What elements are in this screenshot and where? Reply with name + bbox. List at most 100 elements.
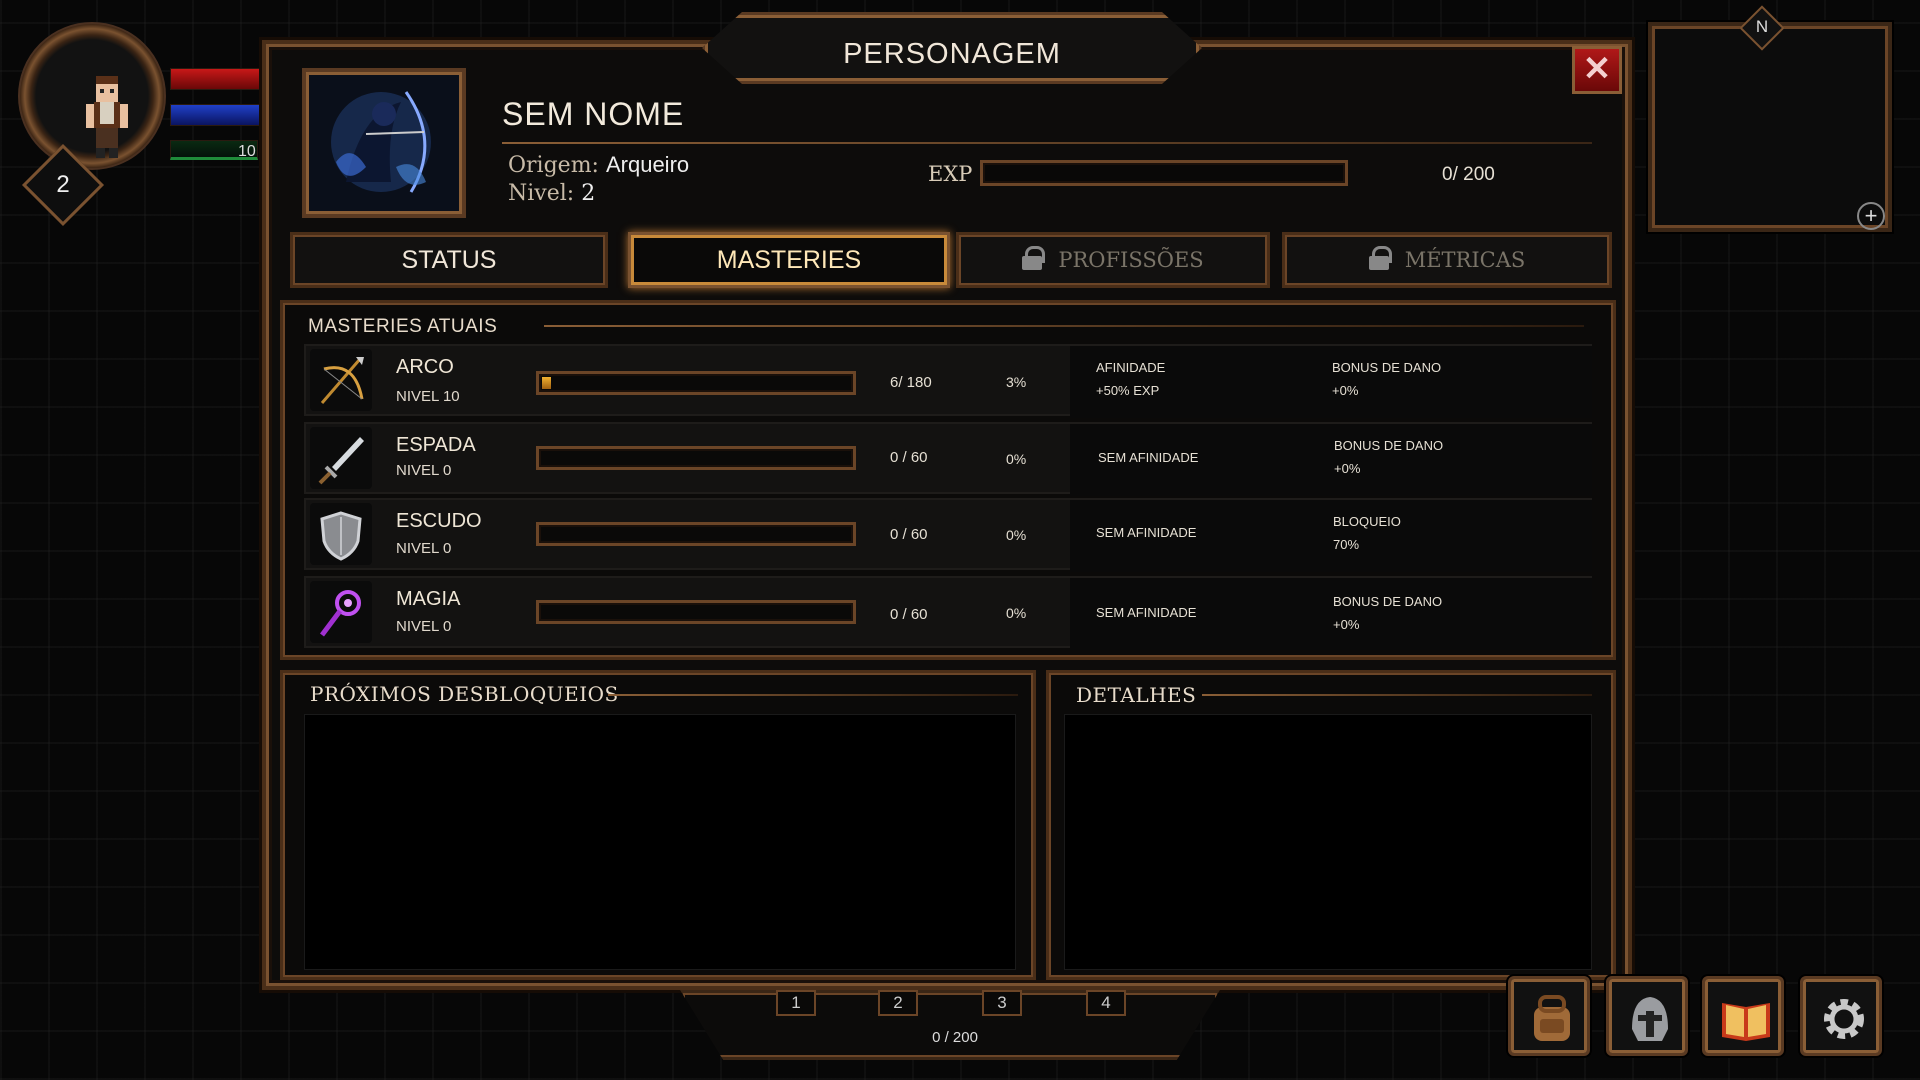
affinity-title: SEM AFINIDADE [1096,605,1197,620]
inventory-button[interactable] [1508,976,1590,1056]
player-sprite-icon [86,76,128,158]
hotbar-value: 0 / 200 [932,1029,978,1046]
mastery-progress-bar [536,371,856,395]
mastery-affinity: AFINIDADE +50% EXP [1096,356,1165,402]
bonus-value: +0% [1334,461,1361,476]
hotbar-slot-2[interactable]: 2 [878,990,918,1016]
mastery-bonus: BONUS DE DANO +0% [1332,356,1441,402]
mastery-progress-bar [536,446,856,470]
exp-progress-bar [980,160,1348,186]
mastery-progress-fill [542,377,551,389]
mana-bar [170,104,260,126]
mastery-name: ARCO [396,356,454,378]
bonus-value: 70% [1333,537,1360,552]
affinity-title: AFINIDADE [1096,360,1166,375]
bonus-title: BONUS DE DANO [1332,360,1442,375]
level-label: Nivel: [508,181,575,206]
character-name: SEM NOME [502,96,685,132]
mastery-percent: 3% [1006,374,1027,390]
tab-masteries[interactable]: MASTERIES [628,232,950,288]
equipment-button[interactable] [1606,976,1688,1056]
bonus-title: BLOQUEIO [1333,514,1401,529]
mastery-progress-bar [536,600,856,624]
lock-icon [1368,246,1392,270]
hotbar-slot-3[interactable]: 3 [982,990,1022,1016]
bonus-title: BONUS DE DANO [1333,594,1443,609]
mastery-level: NIVEL 0 [396,540,452,557]
affinity-value: +50% EXP [1096,383,1160,398]
player-level: 2 [56,171,70,198]
minimap-zoom-button[interactable]: + [1857,202,1885,230]
experience-text: 10 [238,143,256,160]
tab-profissoes-label: PROFISSÕES [1058,248,1204,272]
exp-value: 0/ 200 [1442,164,1495,185]
mastery-affinity: SEM AFINIDADE [1098,446,1198,469]
affinity-title: SEM AFINIDADE [1098,450,1199,465]
health-bar [170,68,260,90]
close-button[interactable]: ✕ [1572,46,1622,94]
mastery-progress-bar [536,522,856,546]
mastery-name: ESPADA [396,434,476,456]
tab-status[interactable]: STATUS [290,232,608,288]
bonus-value: +0% [1332,383,1359,398]
mastery-percent: 0% [1006,605,1027,621]
journal-button[interactable] [1702,976,1784,1056]
details-title: DETALHES [1076,683,1197,707]
tab-metricas-label: MÉTRICAS [1404,248,1526,272]
tab-masteries-label: MASTERIES [716,246,862,274]
level-value: 2 [581,181,596,206]
mastery-bonus: BONUS DE DANO +0% [1334,434,1443,480]
mastery-name: ESCUDO [396,510,482,532]
character-level: Nivel: 2 [508,181,595,206]
hotbar-slot-1[interactable]: 1 [776,990,816,1016]
bonus-value: +0% [1333,617,1360,632]
mastery-level: NIVEL 0 [396,462,452,479]
shield-icon [310,503,372,565]
origin-label: Origem: [508,153,599,178]
hotbar-slot-4[interactable]: 4 [1086,990,1126,1016]
affinity-title: SEM AFINIDADE [1096,525,1197,540]
bonus-title: BONUS DE DANO [1334,438,1444,453]
mastery-progress-text: 0 / 60 [890,449,928,466]
mastery-bonus: BONUS DE DANO +0% [1333,590,1442,636]
mastery-progress-text: 0 / 60 [890,526,928,543]
mastery-progress-text: 6/ 180 [890,374,932,391]
sword-icon [310,427,372,489]
mastery-percent: 0% [1006,527,1027,543]
origin-value: Arqueiro [605,152,690,177]
helmet-icon [1632,997,1668,1041]
divider [544,325,1584,327]
divider [608,694,1018,696]
exp-label: EXP [928,162,973,186]
compass-label: N [1755,17,1769,36]
tab-profissoes[interactable]: PROFISSÕES [956,232,1270,288]
backpack-icon [1534,995,1570,1041]
divider [1202,694,1592,696]
mastery-name: MAGIA [396,588,461,610]
hotbar [680,990,1220,1060]
archer-portrait-icon [331,91,431,193]
character-origin: Origem: Arqueiro [508,152,689,178]
tab-metricas[interactable]: MÉTRICAS [1282,232,1612,288]
next-unlocks-title: PRÓXIMOS DESBLOQUEIOS [310,682,619,706]
window-title: PERSONAGEM [843,38,1061,70]
bow-icon [310,349,372,411]
lock-icon [1022,246,1046,270]
magic-staff-icon [310,581,372,643]
masteries-section-title: MASTERIES ATUAIS [308,316,498,337]
tab-status-label: STATUS [401,246,497,274]
mastery-affinity: SEM AFINIDADE [1096,601,1196,624]
divider [502,142,1592,144]
mastery-progress-text: 0 / 60 [890,606,928,623]
details-content [1064,714,1592,970]
book-icon [1722,1003,1770,1041]
character-avatar [302,68,466,218]
mastery-level: NIVEL 10 [396,388,460,405]
settings-button[interactable] [1800,976,1882,1056]
gear-icon [1824,999,1864,1039]
mastery-percent: 0% [1006,451,1027,467]
mastery-level: NIVEL 0 [396,618,452,635]
next-unlocks-list[interactable] [304,714,1016,970]
mastery-bonus: BLOQUEIO 70% [1333,510,1401,556]
minimap[interactable] [1648,22,1892,232]
